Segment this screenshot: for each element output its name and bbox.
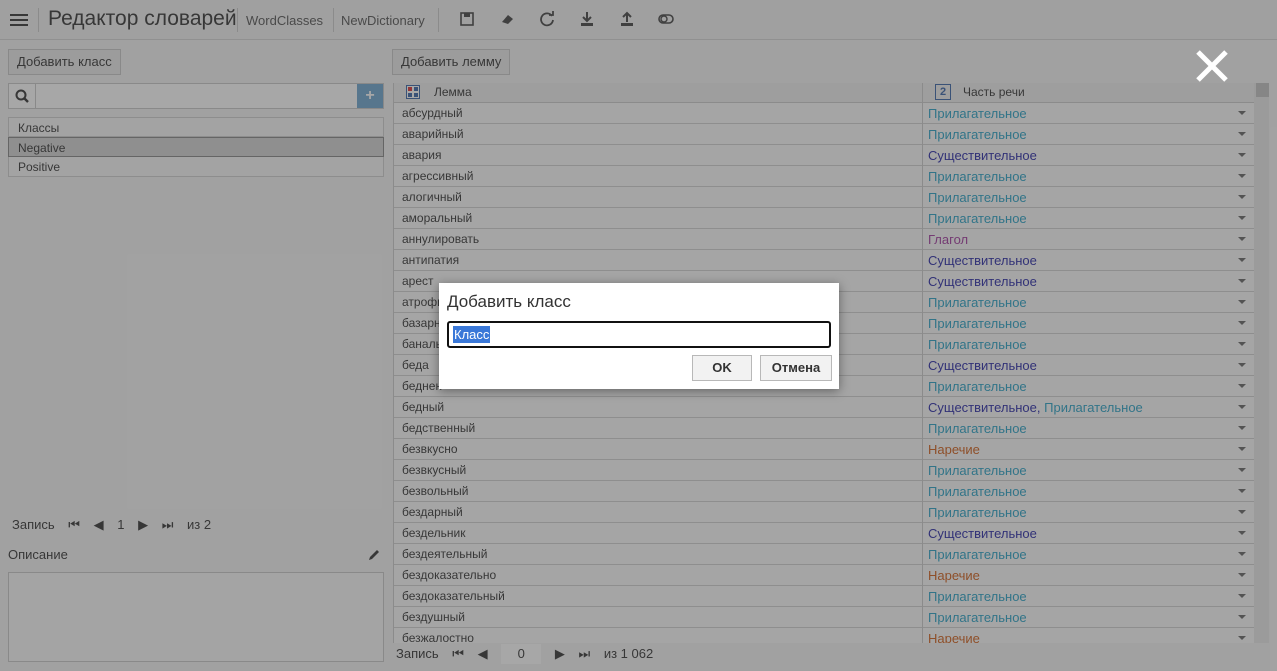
class-name-input[interactable]: Класс xyxy=(447,321,831,348)
add-class-dialog: Добавить класс Класс OK Отмена xyxy=(439,283,839,389)
cancel-button[interactable]: Отмена xyxy=(760,355,832,381)
dialog-title: Добавить класс xyxy=(447,292,571,311)
ok-button[interactable]: OK xyxy=(692,355,752,381)
close-icon[interactable] xyxy=(1192,46,1232,86)
class-name-value: Класс xyxy=(453,326,491,343)
